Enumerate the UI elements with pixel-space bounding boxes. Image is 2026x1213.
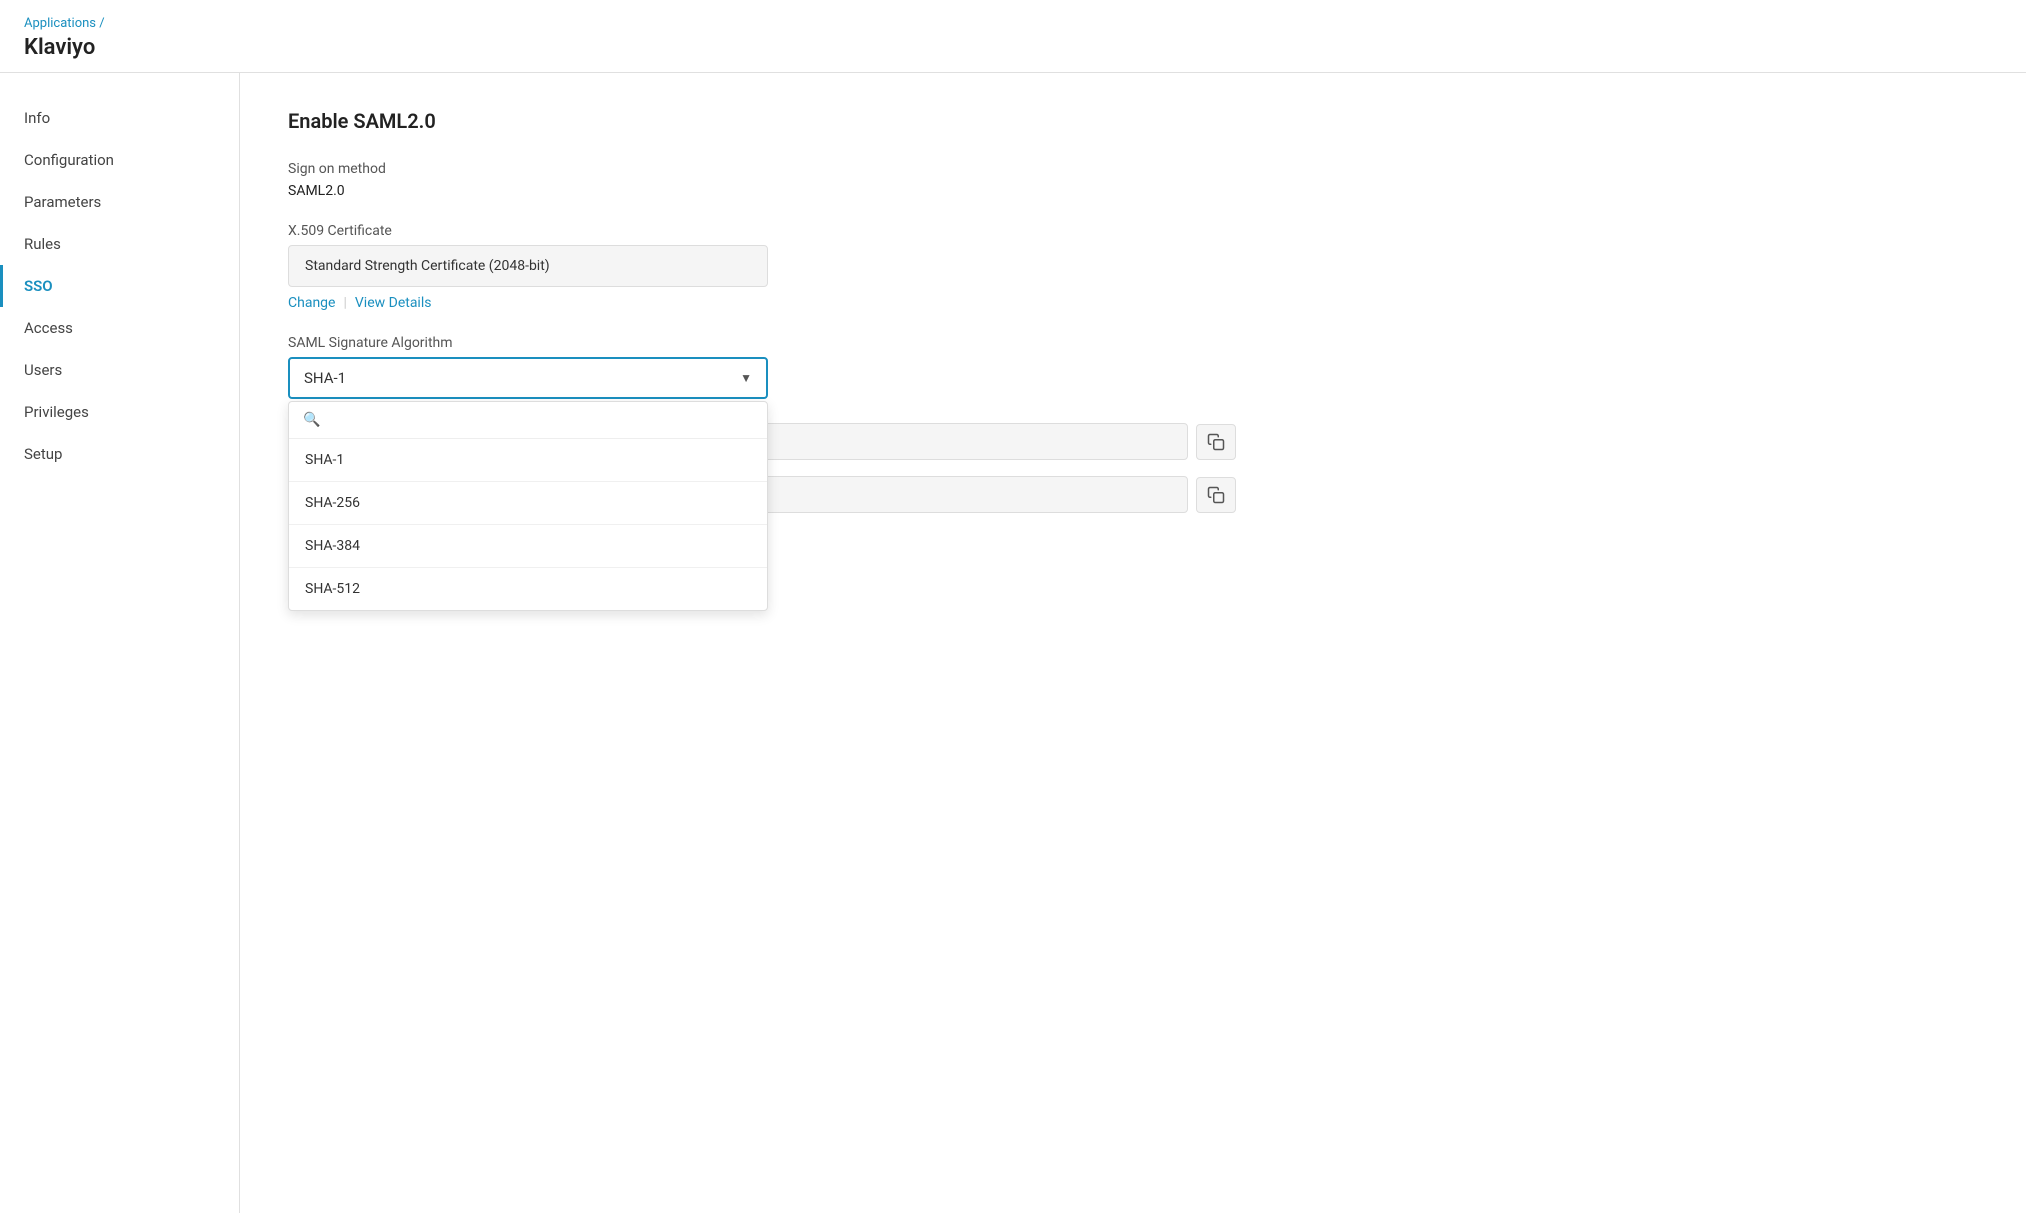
dropdown-option-sha1[interactable]: SHA-1 [289, 439, 767, 482]
sign-on-method-label: Sign on method [288, 161, 1978, 177]
sign-on-method-group: Sign on method SAML2.0 [288, 161, 1978, 199]
dropdown-trigger[interactable]: SHA-1 ▼ [288, 357, 768, 399]
search-icon: 🔍 [303, 412, 320, 428]
view-details-link[interactable]: View Details [355, 295, 432, 311]
breadcrumb-separator: / [99, 16, 104, 31]
section-title: Enable SAML2.0 [288, 109, 1978, 133]
dropdown-option-sha512[interactable]: SHA-512 [289, 568, 767, 610]
sidebar-item-rules[interactable]: Rules [0, 223, 239, 265]
signature-algorithm-group: SAML Signature Algorithm SHA-1 ▼ 🔍 SHA-1 [288, 335, 1978, 399]
copy-icon [1207, 433, 1225, 451]
dropdown-option-sha384[interactable]: SHA-384 [289, 525, 767, 568]
app-layout: Info Configuration Parameters Rules SSO … [0, 73, 2026, 1213]
signature-algorithm-label: SAML Signature Algorithm [288, 335, 1978, 351]
certificate-label: X.509 Certificate [288, 223, 1978, 239]
certificate-links: Change | View Details [288, 295, 1978, 311]
sidebar-item-sso[interactable]: SSO [0, 265, 239, 307]
sidebar-item-privileges[interactable]: Privileges [0, 391, 239, 433]
dropdown-menu: 🔍 SHA-1 SHA-256 SHA-384 SHA-512 [288, 401, 768, 611]
sidebar-item-parameters[interactable]: Parameters [0, 181, 239, 223]
certificate-value: Standard Strength Certificate (2048-bit) [288, 245, 768, 287]
copy-button-1[interactable] [1196, 424, 1236, 460]
dropdown-search-bar: 🔍 [289, 402, 767, 439]
main-content: Enable SAML2.0 Sign on method SAML2.0 X.… [240, 73, 2026, 1213]
chevron-down-icon: ▼ [740, 371, 752, 385]
certificate-group: X.509 Certificate Standard Strength Cert… [288, 223, 1978, 311]
sidebar-item-info[interactable]: Info [0, 97, 239, 139]
change-link[interactable]: Change [288, 295, 335, 311]
dropdown-search-input[interactable] [328, 412, 753, 428]
sidebar-item-access[interactable]: Access [0, 307, 239, 349]
sidebar-item-configuration[interactable]: Configuration [0, 139, 239, 181]
page-title: Klaviyo [24, 35, 2002, 60]
copy-icon-2 [1207, 486, 1225, 504]
breadcrumb-parent[interactable]: Applications [24, 16, 96, 31]
sidebar-item-setup[interactable]: Setup [0, 433, 239, 475]
sign-on-method-value: SAML2.0 [288, 183, 1978, 199]
breadcrumb: Applications / [24, 16, 2002, 31]
sidebar-item-users[interactable]: Users [0, 349, 239, 391]
copy-button-2[interactable] [1196, 477, 1236, 513]
dropdown-option-sha256[interactable]: SHA-256 [289, 482, 767, 525]
dropdown-selected-value: SHA-1 [304, 369, 346, 387]
signature-algorithm-dropdown: SHA-1 ▼ 🔍 SHA-1 SHA-256 SHA-384 SHA-512 [288, 357, 768, 399]
header: Applications / Klaviyo [0, 0, 2026, 73]
cert-link-divider: | [343, 295, 346, 311]
sidebar: Info Configuration Parameters Rules SSO … [0, 73, 240, 1213]
